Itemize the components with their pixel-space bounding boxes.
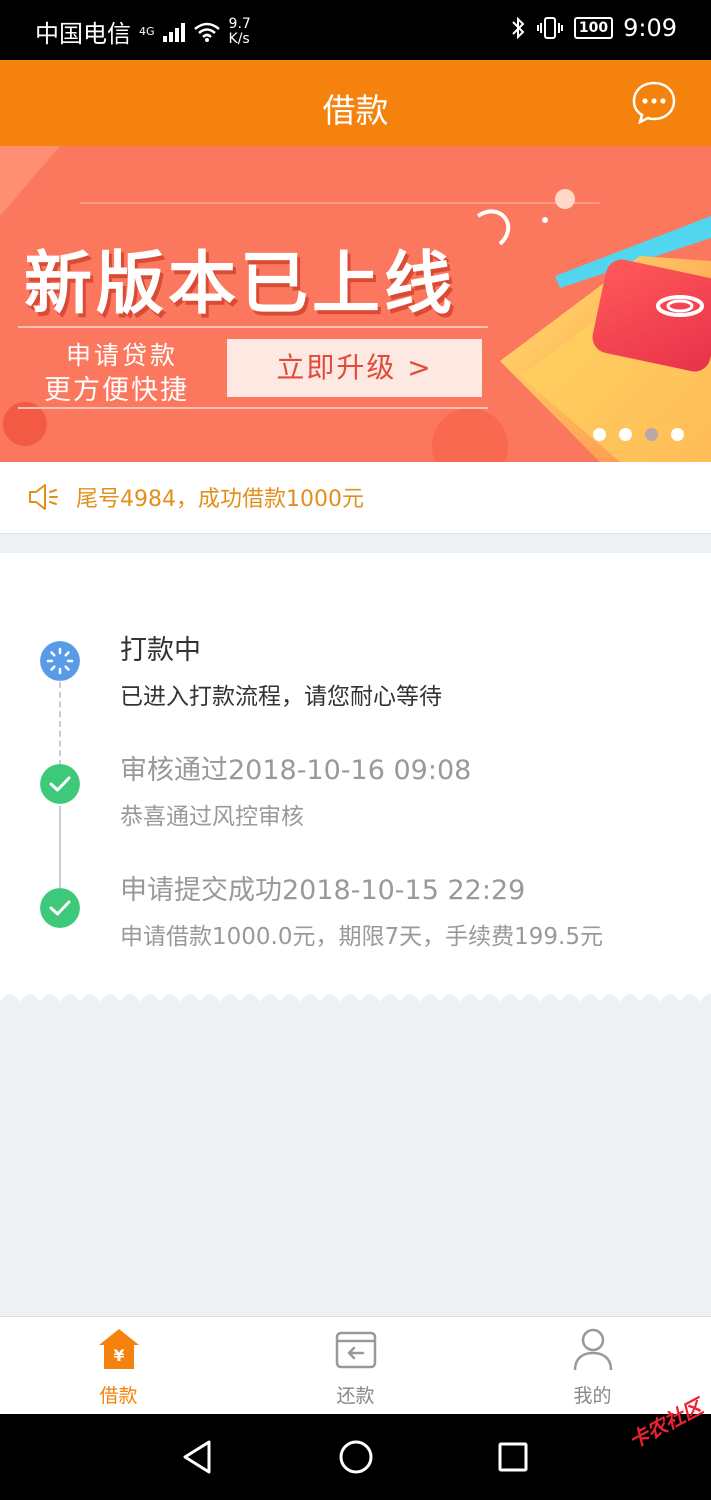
check-circle-icon: [40, 764, 80, 804]
carousel-dot[interactable]: [593, 428, 606, 441]
tab-loan[interactable]: ¥ 借款: [0, 1317, 237, 1415]
step-title: 申请提交成功2018-10-15 22:29: [120, 875, 526, 906]
upgrade-button[interactable]: 立即升级 >: [227, 339, 482, 397]
back-icon[interactable]: [182, 1440, 212, 1474]
tab-repay[interactable]: 还款: [237, 1317, 474, 1415]
carousel-indicator: [593, 428, 684, 441]
page-title: 借款: [322, 91, 389, 130]
vibrate-icon: [536, 17, 563, 39]
recents-icon[interactable]: [497, 1441, 529, 1473]
tab-label: 还款: [336, 1385, 375, 1407]
carousel-dot[interactable]: [671, 428, 684, 441]
timeline-step-processing: 打款中 已进入打款流程，请您耐心等待: [120, 628, 442, 711]
signal-icon: [162, 22, 185, 42]
svg-text:¥: ¥: [113, 1346, 124, 1365]
bottom-tab-bar: ¥ 借款 还款 我的: [0, 1316, 711, 1414]
step-title: 审核通过2018-10-16 09:08: [120, 755, 472, 786]
home-icon[interactable]: [338, 1439, 374, 1475]
card-zigzag-edge: [0, 994, 711, 1002]
step-desc: 恭喜通过风控审核: [120, 804, 304, 830]
timeline-step-submitted: 申请提交成功2018-10-15 22:29 申请借款1000.0元，期限7天，…: [120, 868, 603, 951]
timeline-connector: [59, 806, 61, 888]
timeline-step-approved: 审核通过2018-10-16 09:08 恭喜通过风控审核: [120, 748, 471, 831]
chat-bubble-ellipsis-icon[interactable]: [631, 80, 677, 124]
notice-text: 尾号4984，成功借款1000元: [76, 487, 364, 512]
step-title: 打款中: [120, 635, 201, 666]
processing-icon: [40, 641, 80, 681]
network-type: 4G: [139, 25, 155, 38]
carrier-label: 中国电信: [35, 20, 131, 48]
card-return-icon: [335, 1331, 377, 1369]
carousel-dot[interactable]: [619, 428, 632, 441]
clock: 9:09: [623, 14, 677, 42]
promo-banner[interactable]: 新版本已上线 申请贷款 更方便快捷 立即升级 >: [0, 146, 711, 462]
timeline-connector-dashed: [59, 682, 61, 766]
wifi-icon: [193, 22, 220, 42]
banner-headline: 新版本已上线: [24, 245, 457, 324]
banner-subline-1: 申请贷款: [66, 341, 179, 370]
step-desc: 申请借款1000.0元，期限7天，手续费199.5元: [120, 924, 603, 950]
status-bar: 中国电信 4G 9.7 K/s 100 9:09: [0, 0, 711, 60]
app-header: 借款: [0, 60, 711, 146]
user-icon: [573, 1328, 613, 1371]
carousel-dot-active[interactable]: [645, 428, 658, 441]
house-yen-icon: ¥: [99, 1329, 139, 1369]
step-desc: 已进入打款流程，请您耐心等待: [120, 684, 442, 710]
tab-label: 借款: [99, 1385, 138, 1407]
net-speed: 9.7 K/s: [228, 15, 251, 47]
check-circle-icon: [40, 888, 80, 928]
net-speed-unit: K/s: [228, 30, 250, 47]
bluetooth-icon: [512, 16, 525, 40]
net-speed-value: 9.7: [228, 15, 251, 32]
notice-bar[interactable]: 尾号4984，成功借款1000元: [0, 462, 711, 534]
banner-subline-2: 更方便快捷: [44, 375, 189, 406]
system-nav-bar: [0, 1414, 711, 1500]
battery-icon: 100: [573, 17, 614, 39]
speaker-icon: [29, 484, 58, 510]
